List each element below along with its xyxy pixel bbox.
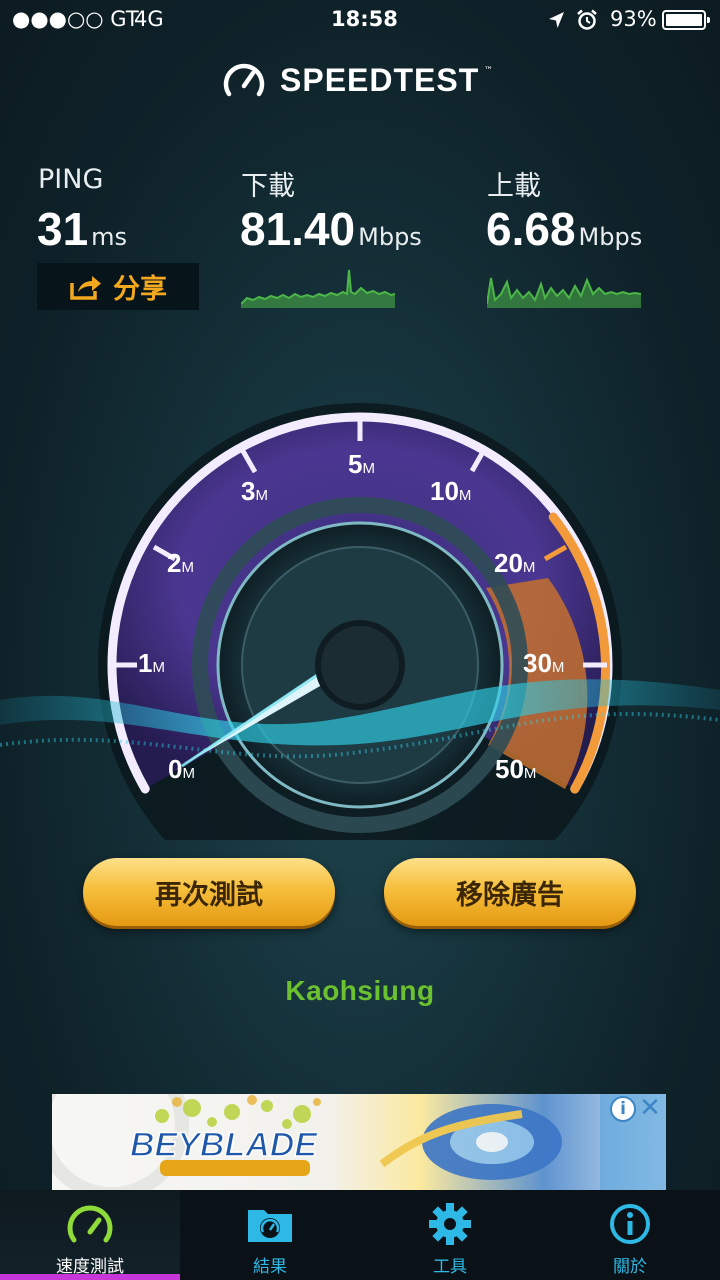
speedometer-icon	[67, 1205, 113, 1243]
ping-value: 31	[37, 203, 89, 255]
upload-value: 6.68	[486, 203, 576, 255]
upload-sparkline	[487, 277, 641, 308]
download-sparkline	[241, 269, 395, 308]
active-tab-indicator	[0, 1274, 180, 1280]
nav-label-tools: 工具	[433, 1257, 467, 1277]
ping-label: PING	[38, 164, 104, 195]
speedtest-logo-icon	[223, 63, 265, 97]
upload-value-row: 6.68 Mbps	[486, 202, 642, 256]
nav-item-about[interactable]: 關於	[540, 1190, 720, 1280]
trademark: ™	[484, 66, 493, 76]
location-arrow-icon	[549, 12, 564, 28]
needle-hub	[315, 620, 405, 710]
gear-icon	[429, 1203, 471, 1245]
ad-brand-text: BEYBLADE	[130, 1126, 318, 1164]
nav-item-tools[interactable]: 工具	[360, 1190, 540, 1280]
battery-icon	[662, 10, 710, 30]
download-value-row: 81.40 Mbps	[240, 202, 422, 256]
ad-banner[interactable]: BEYBLADE i ✕	[52, 1094, 666, 1190]
ad-close-icon[interactable]: ✕	[638, 1094, 662, 1122]
nav-item-results[interactable]: 結果	[180, 1190, 360, 1280]
retest-button[interactable]: 再次測試	[83, 858, 335, 926]
alarm-clock-icon	[577, 9, 597, 30]
info-icon	[610, 1204, 650, 1244]
ad-artwork: BEYBLADE	[52, 1094, 666, 1190]
download-label: 下載	[241, 171, 295, 202]
share-label: 分享	[113, 274, 167, 305]
ping-value-row: 31 ms	[37, 202, 127, 256]
share-icon	[70, 275, 101, 300]
nav-item-speedtest[interactable]: 速度測試	[0, 1190, 180, 1280]
download-value: 81.40	[240, 203, 356, 255]
remove-ads-button[interactable]: 移除廣告	[384, 858, 636, 926]
carrier-label: ●●●○○ GT	[12, 7, 139, 31]
status-bar: ●●●○○ GT 4G 18:58 93%	[0, 0, 720, 40]
network-type: 4G	[134, 7, 164, 31]
upload-label: 上載	[487, 171, 541, 202]
ad-info-icon[interactable]: i	[610, 1096, 636, 1122]
nav-label-about: 關於	[613, 1257, 647, 1277]
app-title: SPEEDTEST	[280, 62, 480, 98]
nav-label-results: 結果	[253, 1257, 287, 1277]
speed-gauge: 0M 1M 2M 3M 5M 10M 20M 30M 50M	[0, 403, 720, 840]
app-logo: SPEEDTEST ™	[222, 58, 502, 102]
bottom-nav: 速度測試 結果 工具 關於	[0, 1190, 720, 1280]
download-unit: Mbps	[358, 223, 422, 251]
battery-percent: 93%	[610, 7, 657, 31]
clock: 18:58	[331, 7, 398, 31]
upload-unit: Mbps	[578, 223, 643, 251]
server-location[interactable]: Kaohsiung	[0, 975, 720, 1007]
ping-unit: ms	[91, 223, 128, 251]
results-folder-icon	[248, 1210, 292, 1242]
share-button[interactable]: 分享	[37, 263, 199, 310]
